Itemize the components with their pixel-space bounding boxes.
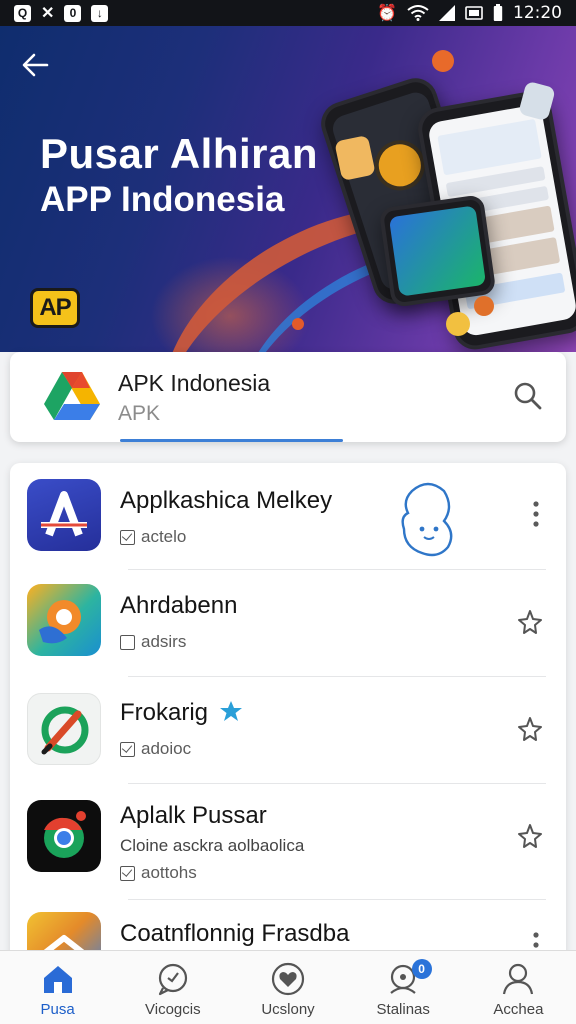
search-card[interactable]: APK Indonesia APK xyxy=(10,352,566,442)
status-right-icons: ⏰ 12:20 xyxy=(377,3,562,23)
list-item[interactable]: Applkashica Melkey actelo xyxy=(10,463,566,569)
arrow-left-icon xyxy=(22,53,49,77)
more-options-button[interactable] xyxy=(530,499,542,529)
app-name: Frokarig xyxy=(120,699,243,727)
chrome-style-logo-icon xyxy=(27,800,101,872)
app-meta: actelo xyxy=(120,527,186,547)
blue-a-logo-icon xyxy=(27,479,101,551)
floating-app-icon xyxy=(292,318,304,330)
list-item[interactable]: Aplalk Pussar Cloine asckra aolbaolica a… xyxy=(10,784,566,899)
status-left-icons: Q ✕ 0 ↓ xyxy=(14,4,109,22)
floating-app-icon xyxy=(446,312,470,336)
pin-button[interactable] xyxy=(516,715,544,743)
nav-item-profile[interactable]: Acchea xyxy=(461,951,576,1024)
app-meta-text: aottohs xyxy=(141,863,197,882)
mascot-icon xyxy=(401,482,453,557)
hero-subtitle: APP Indonesia xyxy=(40,180,285,219)
drive-logo-icon xyxy=(44,372,100,420)
app-meta-text: adoioc xyxy=(141,739,192,758)
checkbox-icon xyxy=(120,529,135,545)
search-button[interactable] xyxy=(512,380,544,412)
hero-phone-small xyxy=(378,194,497,308)
pin-button[interactable] xyxy=(516,822,544,850)
hero-logo: AP xyxy=(30,288,80,328)
status-bar: Q ✕ 0 ↓ ⏰ 12:20 xyxy=(0,0,576,26)
notification-badge: 0 xyxy=(411,959,432,979)
search-title: APK Indonesia xyxy=(118,370,271,396)
nav-item-support[interactable]: 0 Stalinas xyxy=(346,951,461,1024)
wifi-icon xyxy=(407,5,429,21)
app-name: Aplalk Pussar xyxy=(120,802,267,829)
battery-icon xyxy=(493,4,503,21)
list-item[interactable]: Ahrdabenn adsirs xyxy=(10,570,566,676)
orange-pin-logo-icon xyxy=(27,584,101,656)
pin-icon xyxy=(518,824,542,848)
search-icon xyxy=(514,382,542,410)
list-item[interactable]: Frokarig adoioc xyxy=(10,677,566,783)
signal-icon xyxy=(439,5,455,21)
checkbox-icon xyxy=(120,741,135,757)
floating-app-icon xyxy=(474,296,494,316)
app-meta: adoioc xyxy=(120,739,191,759)
sim-icon xyxy=(465,6,483,20)
shuffle-icon: ✕ xyxy=(41,5,55,22)
app-meta: aottohs xyxy=(120,863,197,883)
search-progress-underline xyxy=(120,439,343,442)
nav-label: Ucslony xyxy=(261,1001,315,1018)
alarm-icon: ⏰ xyxy=(377,5,397,22)
status-time: 12:20 xyxy=(513,3,562,23)
download-icon: ↓ xyxy=(91,4,109,22)
more-vertical-icon xyxy=(533,501,539,527)
nav-label: Acchea xyxy=(493,1001,544,1018)
nav-label: Pusa xyxy=(40,1001,75,1018)
hero-banner: Pusar Alhiran APP Indonesia AP xyxy=(0,26,576,352)
app-name: Ahrdabenn xyxy=(120,592,238,619)
shield-icon: 0 xyxy=(64,4,82,22)
back-button[interactable] xyxy=(20,50,56,80)
nav-item-home[interactable]: Pusa xyxy=(0,951,115,1024)
floating-app-icon xyxy=(432,50,454,72)
bottom-navigation: Pusa Vicogcis Ucslony 0 Stalinas Acchea xyxy=(0,950,576,1024)
app-list: Applkashica Melkey actelo Ahrdabenn adsi… xyxy=(10,463,566,983)
checkbox-icon xyxy=(120,865,135,881)
home-icon xyxy=(43,966,72,993)
heart-icon xyxy=(271,962,305,996)
app-meta: adsirs xyxy=(120,632,186,652)
app-description: Cloine asckra aolbaolica xyxy=(120,836,305,855)
pin-icon xyxy=(518,610,542,634)
q-app-icon: Q xyxy=(14,4,31,22)
profile-icon xyxy=(503,963,534,995)
chat-icon xyxy=(158,963,187,996)
app-meta-text: adsirs xyxy=(141,632,187,651)
app-name-text: Frokarig xyxy=(120,699,209,726)
app-name: Applkashica Melkey xyxy=(120,487,333,514)
nav-label: Vicogcis xyxy=(145,1001,201,1018)
app-meta-text: actelo xyxy=(141,527,187,546)
checkbox-icon xyxy=(120,634,135,650)
nav-label: Stalinas xyxy=(376,1001,430,1018)
hero-title: Pusar Alhiran xyxy=(40,130,319,177)
star-icon xyxy=(219,701,242,721)
green-brush-logo-icon xyxy=(27,693,101,765)
app-name: Coatnflonnig Frasdba xyxy=(120,920,350,947)
search-subtitle: APK xyxy=(118,402,161,425)
nav-item-favorites[interactable]: Ucslony xyxy=(230,951,345,1024)
pin-button[interactable] xyxy=(516,608,544,636)
nav-item-chat[interactable]: Vicogcis xyxy=(115,951,230,1024)
pin-icon xyxy=(518,717,542,741)
